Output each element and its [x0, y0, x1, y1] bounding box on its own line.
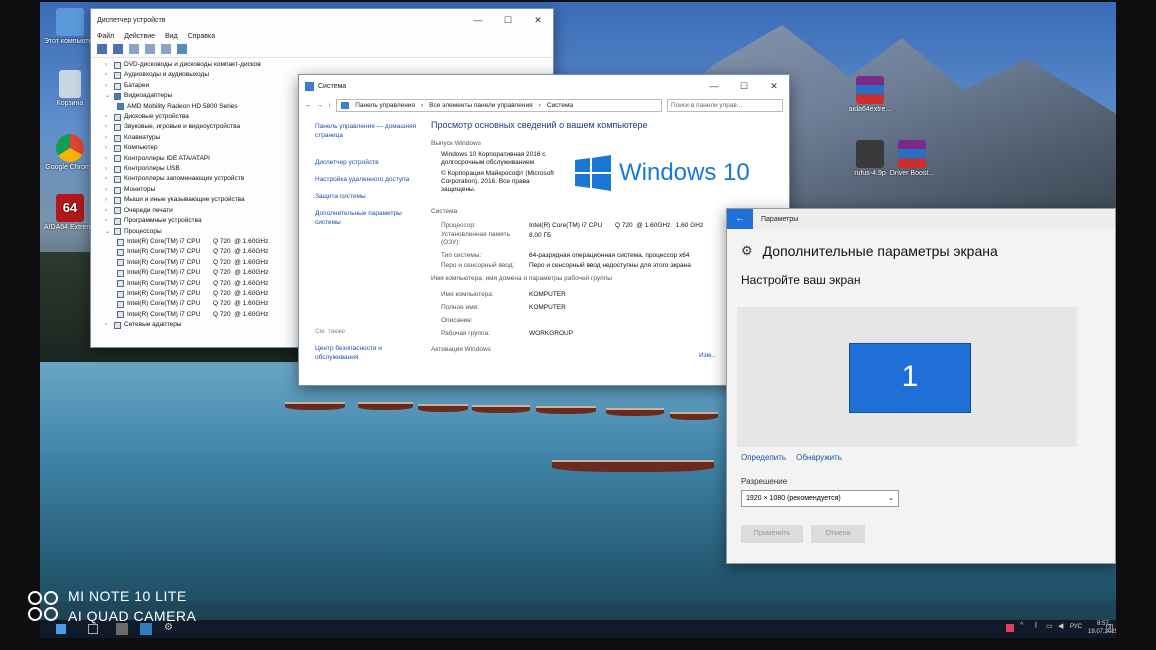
minimize-icon[interactable]: — — [699, 81, 729, 92]
boat — [536, 406, 596, 414]
display-arrangement: 1 — [737, 307, 1077, 447]
system-body: Панель управления — домашняя страница Ди… — [299, 114, 789, 384]
toolbar — [91, 42, 553, 58]
window-title: Диспетчер устройств — [97, 16, 166, 24]
section-title: Настройте ваш экран — [741, 273, 861, 287]
minimize-icon[interactable]: — — [463, 15, 493, 26]
forward-icon[interactable] — [113, 44, 123, 54]
system-app-icon — [305, 81, 314, 91]
desktop-icon-aida-archive[interactable]: aida64extre... — [840, 76, 900, 114]
maximize-icon[interactable]: ☐ — [729, 81, 759, 92]
boat — [552, 460, 714, 472]
gear-icon: ⚙ — [741, 243, 753, 258]
sidebar-link[interactable]: Дополнительные параметры системы — [315, 209, 421, 227]
camera-watermark: MI NOTE 10 LITE AI QUAD CAMERA — [26, 586, 196, 626]
boat — [472, 405, 530, 413]
chevron-up-icon[interactable]: ^ — [1020, 622, 1023, 629]
winrar-icon — [856, 76, 884, 104]
close-icon[interactable]: ✕ — [523, 15, 553, 26]
sidebar-link[interactable]: Защита системы — [315, 192, 421, 201]
address-row: ← → ↑ Панель управления › Все элементы па… — [299, 97, 789, 114]
properties-icon[interactable] — [129, 44, 139, 54]
sidebar-link[interactable]: Диспетчер устройств — [315, 158, 421, 167]
notification-icon[interactable]: 3 — [1106, 624, 1114, 632]
menu-action[interactable]: Действие — [124, 33, 155, 40]
identify-link[interactable]: Определить — [741, 453, 786, 462]
search-input[interactable]: Поиск в панели управ... — [667, 99, 783, 112]
boat — [358, 402, 413, 410]
network-icon[interactable]: ▭ — [1046, 622, 1053, 630]
tray-app-icon[interactable] — [1006, 624, 1014, 632]
desktop-icon-driver-booster[interactable]: Driver Boost... — [882, 140, 942, 178]
maximize-icon[interactable]: ☐ — [493, 15, 523, 26]
windows-icon — [575, 154, 611, 191]
aida64-icon: 64 — [56, 194, 84, 222]
window-title: Параметры — [761, 215, 799, 223]
sidebar-link[interactable]: Настройка удаленного доступа — [315, 175, 421, 184]
winrar-icon — [898, 140, 926, 168]
taskbar: ⚙ ^ ᛒ ▭ ◀ РУС 8:57 19.07.2025 3 — [40, 620, 1116, 638]
chrome-icon — [56, 134, 84, 162]
page-title: Просмотр основных сведений о вашем компь… — [431, 120, 648, 130]
boat — [606, 408, 664, 416]
settings-titlebar: ← Параметры — [727, 209, 1115, 229]
menu-file[interactable]: Файл — [97, 33, 114, 40]
close-icon[interactable]: ✕ — [759, 81, 789, 92]
usb-drive-icon — [856, 140, 884, 168]
menu-help[interactable]: Справка — [188, 33, 215, 40]
back-icon[interactable]: ← — [305, 102, 312, 109]
see-also-label: См. также — [315, 328, 346, 335]
tree-item[interactable]: › DVD-дисководы и дисководы компакт-диско… — [105, 60, 553, 70]
boat — [418, 404, 468, 412]
scan-icon[interactable] — [161, 44, 171, 54]
volume-icon[interactable]: ◀ — [1058, 622, 1063, 630]
monitor-tile[interactable]: 1 — [849, 343, 971, 413]
settings-window: ← Параметры ⚙ Дополнительные параметры э… — [726, 208, 1116, 564]
forward-icon[interactable]: → — [317, 102, 324, 109]
back-icon[interactable] — [97, 44, 107, 54]
detect-link[interactable]: Обнаружить — [796, 453, 842, 462]
control-panel-icon — [341, 102, 350, 109]
security-center-link[interactable]: Центр безопасности и обслуживания — [315, 344, 405, 362]
system-sidebar: Панель управления — домашняя страница Ди… — [299, 114, 421, 384]
device-manager-titlebar: Диспетчер устройств — ☐ ✕ — [91, 9, 553, 31]
change-settings-link[interactable]: Изм... — [699, 352, 717, 359]
help-icon[interactable] — [145, 44, 155, 54]
cancel-button[interactable]: Отмена — [811, 525, 865, 543]
monitor-icon[interactable] — [177, 44, 187, 54]
computer-icon — [56, 8, 84, 36]
recycle-bin-icon — [59, 70, 81, 98]
breadcrumb[interactable]: Панель управления › Все элементы панели у… — [336, 99, 662, 112]
desktop: Этот компьютер Корзина Google Chrome 64 … — [40, 2, 1116, 638]
bluetooth-icon[interactable]: ᛒ — [1034, 622, 1038, 629]
language-indicator[interactable]: РУС — [1070, 624, 1082, 630]
back-arrow-icon[interactable]: ← — [727, 209, 753, 229]
system-window: Система — ☐ ✕ ← → ↑ Панель управления › В… — [298, 74, 790, 386]
boat — [285, 402, 345, 410]
resolution-select[interactable]: 1920 × 1080 (рекомендуется) ⌄ — [741, 490, 899, 507]
page-title: Дополнительные параметры экрана — [762, 243, 998, 259]
sidebar-home-link[interactable]: Панель управления — домашняя страница — [315, 122, 421, 140]
chevron-down-icon: ⌄ — [888, 495, 894, 502]
window-title: Система — [318, 82, 347, 90]
system-titlebar: Система — ☐ ✕ — [299, 75, 789, 97]
windows-logo: Windows 10 — [575, 151, 750, 194]
menu-view[interactable]: Вид — [165, 33, 178, 40]
menu-bar: Файл Действие Вид Справка — [91, 31, 553, 42]
boat — [670, 412, 718, 420]
resolution-label: Разрешение — [741, 477, 788, 486]
camera-lens-icon — [28, 591, 58, 621]
apply-button[interactable]: Применить — [741, 525, 803, 543]
up-icon[interactable]: ↑ — [328, 102, 331, 109]
